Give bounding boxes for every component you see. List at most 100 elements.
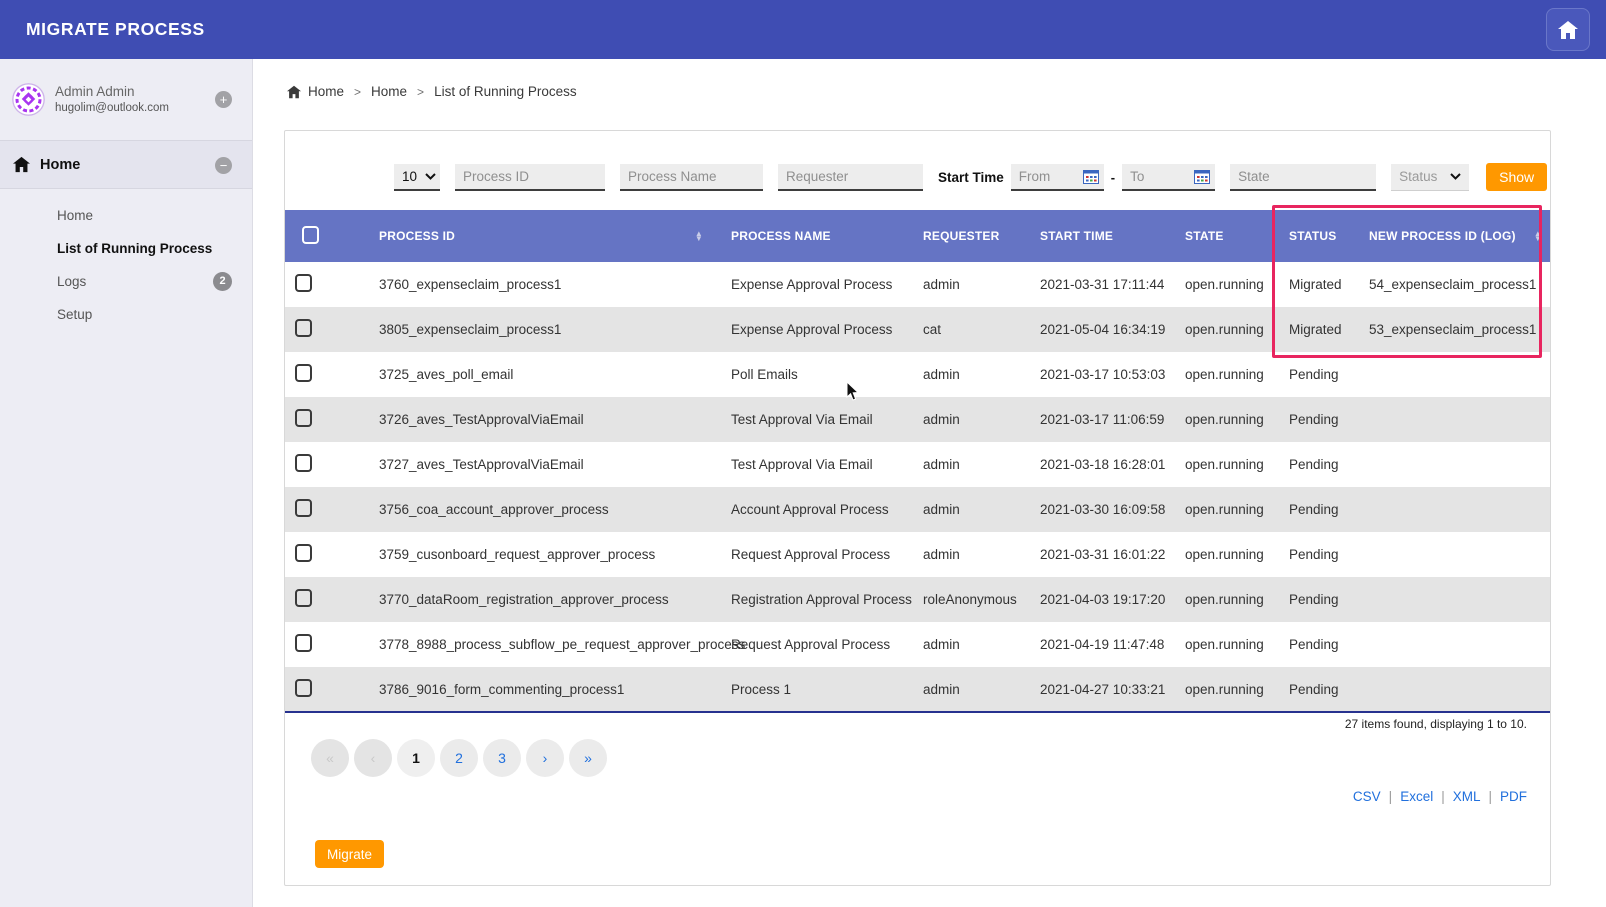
to-date-input[interactable] [1122,169,1194,184]
sidebar-item-setup[interactable]: Setup [0,298,252,331]
cell-process-id: 3760_expenseclaim_process1 [369,262,721,307]
cell-new-process-id [1359,577,1550,622]
process-id-input[interactable] [455,164,605,191]
cell-state: open.running [1175,352,1279,397]
process-name-input[interactable] [620,164,763,191]
row-checkbox[interactable] [295,679,312,697]
row-checkbox[interactable] [295,454,312,472]
sidebar-item-list-of-running-process[interactable]: List of Running Process [0,232,252,265]
column-header-start-time: START TIME [1030,210,1175,262]
page-last-button[interactable]: » [569,739,607,777]
section-collapse-button[interactable]: − [215,157,232,174]
topbar-home-button[interactable] [1546,8,1590,51]
cell-process-name: Expense Approval Process [721,262,913,307]
cell-process-id: 3759_cusonboard_request_approver_process [369,532,721,577]
row-checkbox[interactable] [295,634,312,652]
export-xml-link[interactable]: XML [1453,789,1481,804]
column-header-process-name: PROCESS NAME [721,210,913,262]
page-prev-button[interactable]: ‹ [354,739,392,777]
row-checkbox[interactable] [295,274,312,292]
sidebar-section-label: Home [40,157,80,173]
page-3-button[interactable]: 3 [483,739,521,777]
cell-new-process-id [1359,532,1550,577]
breadcrumb-separator: > [354,85,361,99]
sidebar-item-logs[interactable]: Logs 2 [0,265,252,298]
cell-start-time: 2021-03-31 17:11:44 [1030,262,1175,307]
select-all-checkbox[interactable] [302,226,319,244]
row-checkbox[interactable] [295,409,312,427]
cell-process-name: Poll Emails [721,352,913,397]
column-header-new-process-id[interactable]: NEW PROCESS ID (LOG) ▲▼ [1359,210,1550,262]
profile-card: Admin Admin hugolim@outlook.com + [0,59,252,140]
profile-expand-button[interactable]: + [215,91,232,108]
row-checkbox[interactable] [295,319,312,337]
cell-requester: cat [913,307,1030,352]
export-separator: | [1488,789,1492,804]
row-checkbox[interactable] [295,364,312,382]
cell-start-time: 2021-03-18 16:28:01 [1030,442,1175,487]
status-select[interactable]: Status [1391,164,1469,191]
cell-state: open.running [1175,442,1279,487]
cell-status: Pending [1279,397,1359,442]
cell-status: Pending [1279,442,1359,487]
page-first-button[interactable]: « [311,739,349,777]
cell-process-id: 3727_aves_TestApprovalViaEmail [369,442,721,487]
cell-status: Pending [1279,532,1359,577]
cell-state: open.running [1175,532,1279,577]
column-header-process-id[interactable]: PROCESS ID ▲▼ [369,210,721,262]
page-next-button[interactable]: › [526,739,564,777]
topbar: MIGRATE PROCESS [0,0,1606,59]
cell-new-process-id [1359,352,1550,397]
from-calendar-icon[interactable] [1083,169,1099,184]
screen: MIGRATE PROCESS [0,0,1606,907]
breadcrumb: Home > Home > List of Running Process [286,84,577,99]
state-input[interactable] [1230,164,1376,191]
breadcrumb-home[interactable]: Home [286,84,344,99]
export-pdf-link[interactable]: PDF [1500,789,1527,804]
cell-requester: admin [913,352,1030,397]
show-button[interactable]: Show [1486,163,1547,191]
table-row: 3778_8988_process_subflow_pe_request_app… [285,622,1550,667]
sidebar-item-home[interactable]: Home [0,199,252,232]
start-time-from-field [1011,164,1104,191]
row-checkbox[interactable] [295,499,312,517]
start-time-to-field [1122,164,1215,191]
from-date-input[interactable] [1011,169,1083,184]
export-links: CSV | Excel | XML | PDF [1353,789,1527,804]
process-list-card: 10 Start Time [284,130,1551,886]
page-size-select[interactable]: 10 [394,164,440,191]
page-2-button[interactable]: 2 [440,739,478,777]
cell-process-name: Process 1 [721,667,913,712]
cell-process-name: Account Approval Process [721,487,913,532]
row-checkbox[interactable] [295,589,312,607]
cell-process-name: Request Approval Process [721,622,913,667]
cell-process-id: 3756_coa_account_approver_process [369,487,721,532]
table-row: 3726_aves_TestApprovalViaEmail Test Appr… [285,397,1550,442]
row-checkbox[interactable] [295,544,312,562]
cell-requester: admin [913,622,1030,667]
user-email: hugolim@outlook.com [55,101,169,115]
process-table: PROCESS ID ▲▼ PROCESS NAME REQUESTER STA… [285,210,1550,713]
table-row: 3770_dataRoom_registration_approver_proc… [285,577,1550,622]
cell-requester: admin [913,397,1030,442]
cell-state: open.running [1175,397,1279,442]
home-icon [12,156,31,173]
requester-input[interactable] [778,164,923,191]
table-row: 3756_coa_account_approver_process Accoun… [285,487,1550,532]
migrate-button[interactable]: Migrate [315,840,384,868]
cell-process-name: Test Approval Via Email [721,442,913,487]
export-csv-link[interactable]: CSV [1353,789,1381,804]
cell-start-time: 2021-03-17 11:06:59 [1030,397,1175,442]
to-calendar-icon[interactable] [1194,169,1210,184]
sort-icon: ▲▼ [695,231,703,241]
cell-process-id: 3786_9016_form_commenting_process1 [369,667,721,712]
export-separator: | [1389,789,1393,804]
avatar [12,83,45,116]
chevron-down-icon [425,173,436,180]
export-excel-link[interactable]: Excel [1400,789,1433,804]
page-1-button[interactable]: 1 [397,739,435,777]
cell-status: Migrated [1279,307,1359,352]
table-row: 3759_cusonboard_request_approver_process… [285,532,1550,577]
sidebar-section-home[interactable]: Home − [0,141,252,189]
breadcrumb-home-2[interactable]: Home [371,84,407,99]
